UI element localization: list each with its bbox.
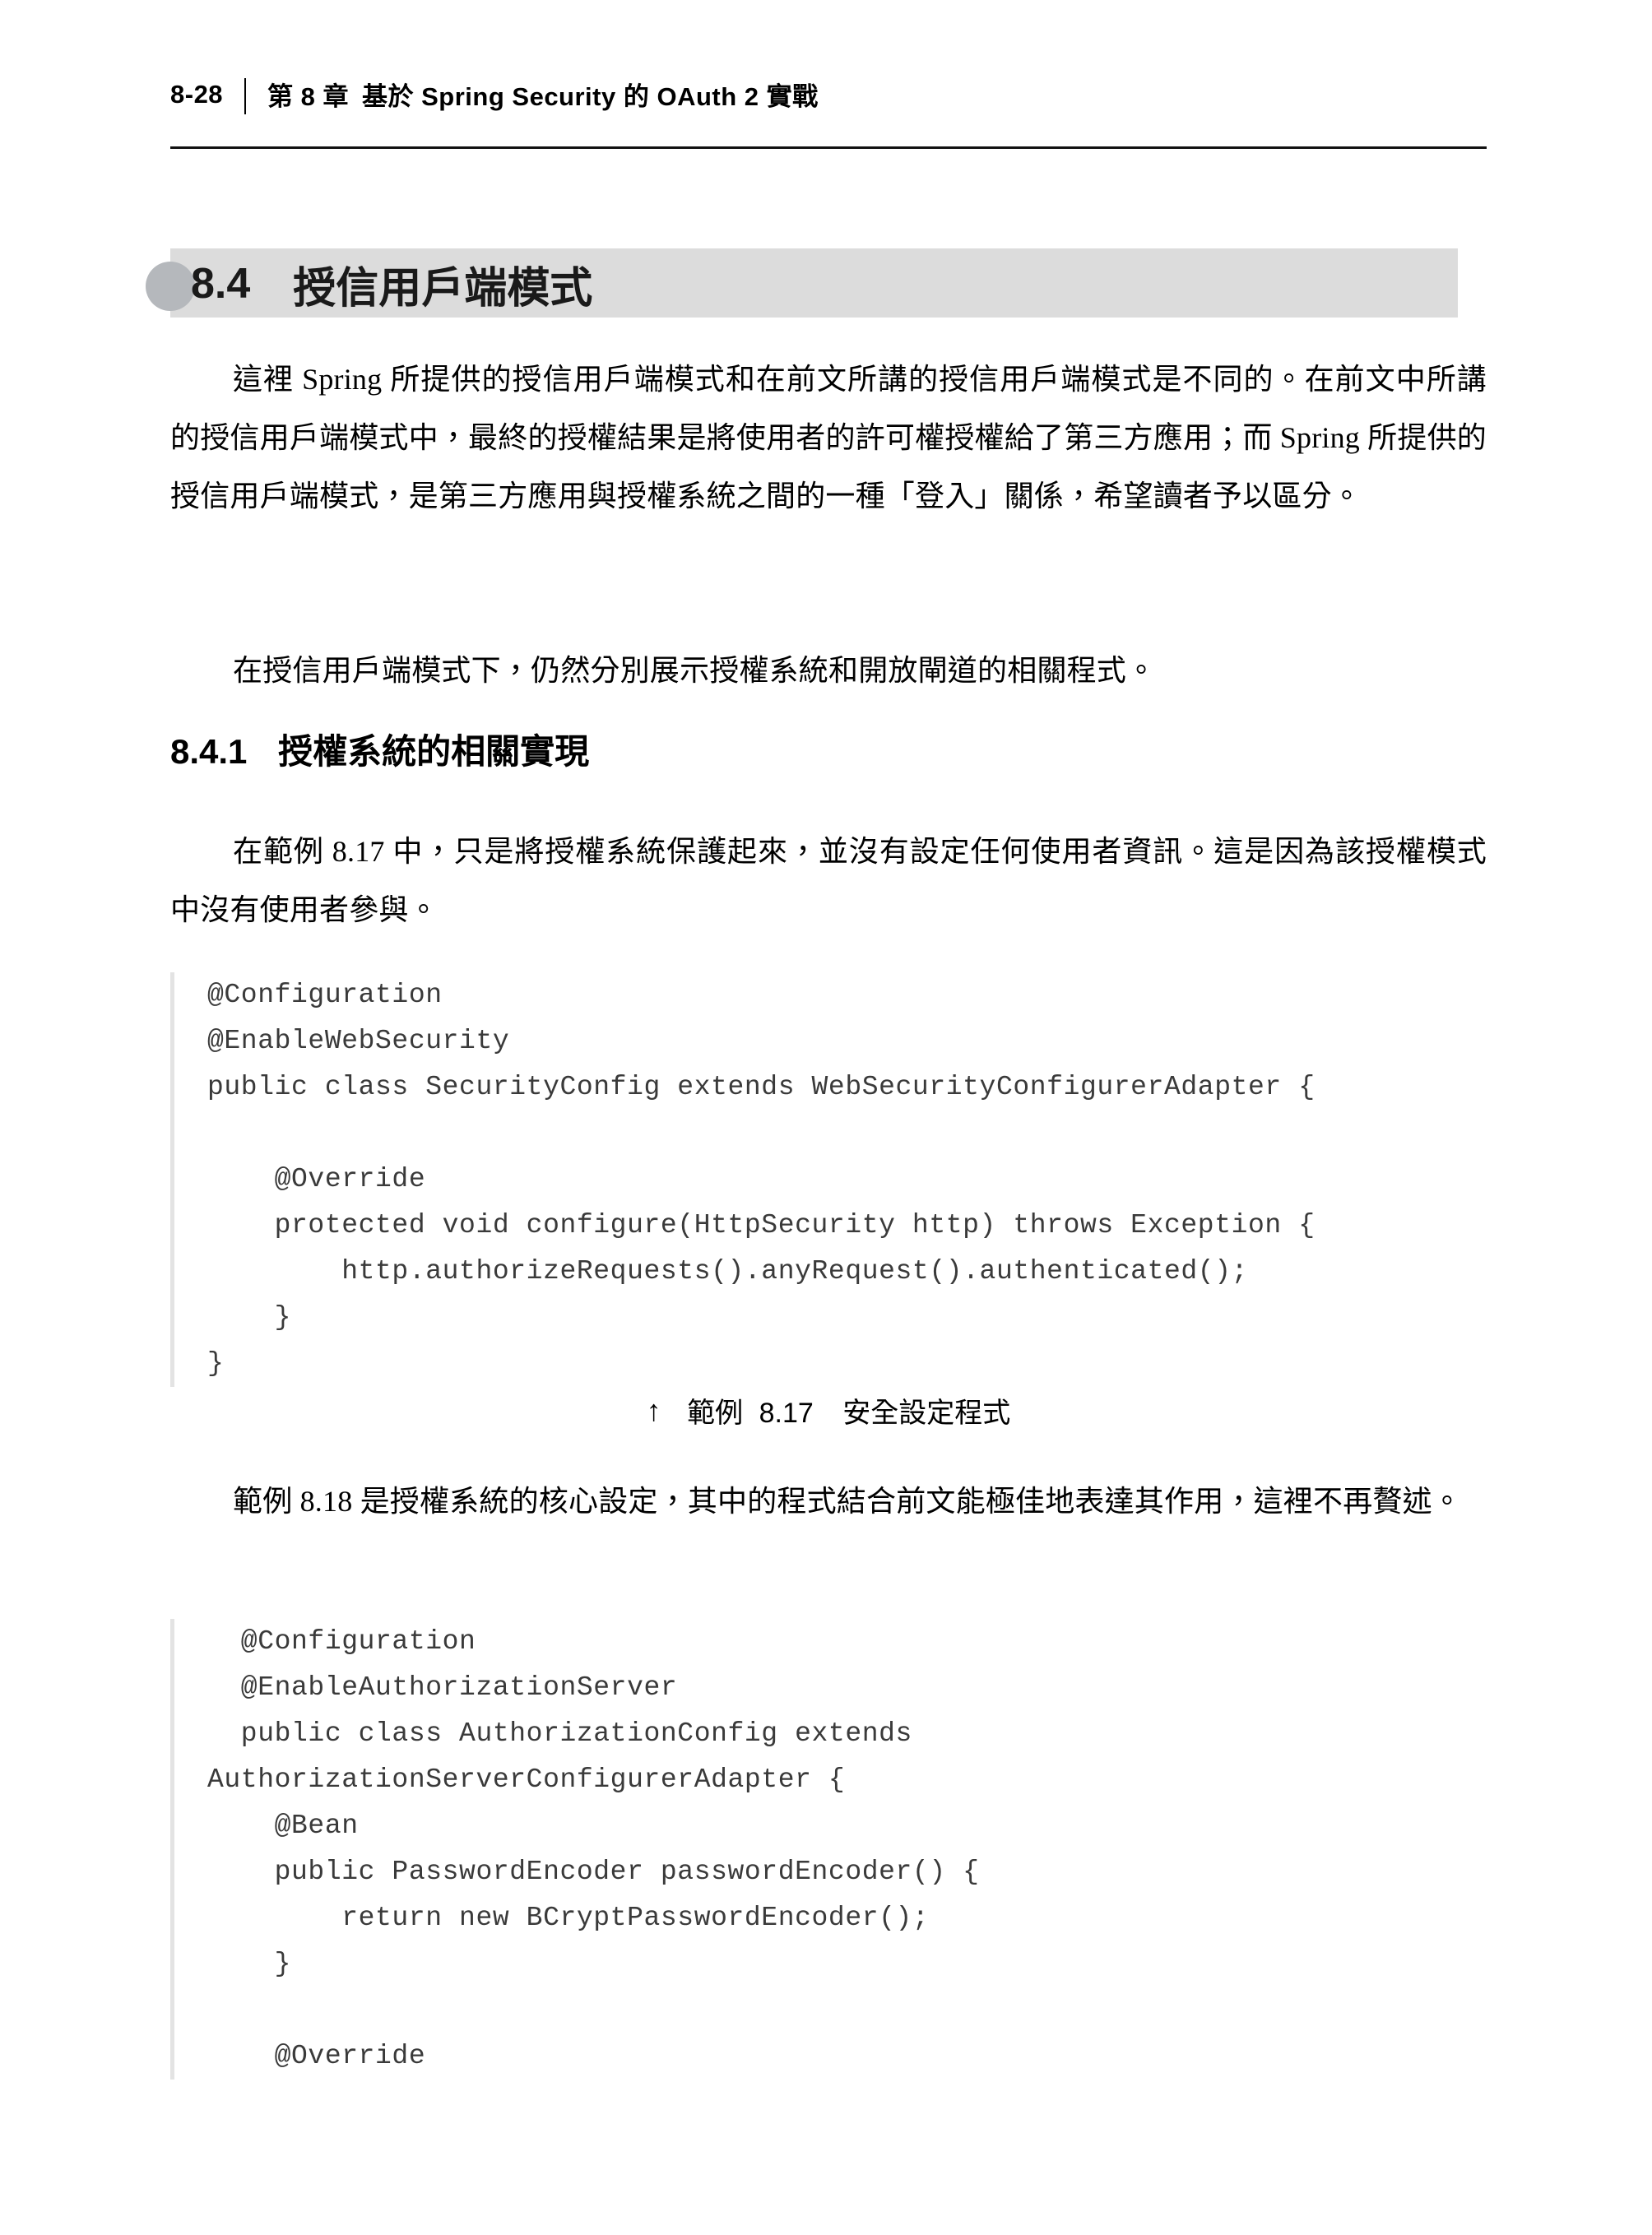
code-line: } — [207, 1348, 225, 1379]
chapter-title: 基於 Spring Security 的 OAuth 2 實戰 — [362, 82, 819, 111]
code-line: @Bean — [207, 1811, 359, 1841]
code-line: @EnableAuthorizationServer — [207, 1672, 678, 1703]
page-folio: 8-28 — [170, 79, 224, 109]
code-line: @Override — [207, 2041, 426, 2071]
code-line: return new BCryptPasswordEncoder(); — [207, 1903, 930, 1933]
chapter-number: 第 8 章 — [267, 82, 350, 111]
section-heading: 8.4 授信用戶端模式 — [191, 255, 592, 313]
section-heading-dot-decoration — [146, 262, 195, 311]
subsection-heading: 8.4.1 授權系統的相關實現 — [170, 724, 589, 774]
subsection-number: 8.4.1 — [170, 732, 248, 771]
figure-caption-1: ↑ 範例 8.17 安全設定程式 — [170, 1390, 1487, 1430]
running-head-divider — [244, 77, 247, 114]
caption-marker-icon: ↑ — [646, 1394, 661, 1427]
section-number: 8.4 — [191, 260, 251, 308]
code-line: protected void configure(HttpSecurity ht… — [207, 1210, 1316, 1240]
paragraph-4: 範例 8.18 是授權系統的核心設定，其中的程式結合前文能極佳地表達其作用，這裡… — [233, 1485, 1463, 1518]
code-line: public class AuthorizationConfig extends — [207, 1718, 912, 1749]
code-line: public PasswordEncoder passwordEncoder()… — [207, 1857, 980, 1887]
caption-text: 安全設定程式 — [842, 1398, 1011, 1429]
paragraph-2: 在授信用戶端模式下，仍然分別展示授權系統和開放閘道的相關程式。 — [233, 654, 1157, 687]
subsection-title-text: 授權系統的相關實現 — [278, 732, 590, 771]
code-line: AuthorizationServerConfigurerAdapter { — [207, 1764, 846, 1795]
running-head-rule — [170, 146, 1487, 149]
code-line: @Override — [207, 1164, 426, 1194]
code-line: public class SecurityConfig extends WebS… — [207, 1072, 1316, 1102]
code-line: } — [207, 1949, 292, 1979]
caption-label: 範例 — [687, 1398, 744, 1429]
code-line: @Configuration — [207, 1626, 476, 1657]
code-line: } — [207, 1302, 292, 1333]
code-line: @EnableWebSecurity — [207, 1026, 510, 1056]
code-block-authorization-config: @Configuration @EnableAuthorizationServe… — [170, 1619, 1487, 2080]
paragraph-3: 在範例 8.17 中，只是將授權系統保護起來，並沒有設定任何使用者資訊。這是因為… — [170, 835, 1487, 926]
section-title-text: 授信用戶端模式 — [293, 264, 593, 313]
running-head: 8-28 第 8 章 基於 Spring Security 的 OAuth 2 … — [170, 76, 1487, 114]
document-page: 8-28 第 8 章 基於 Spring Security 的 OAuth 2 … — [0, 0, 1652, 2235]
caption-number: 8.17 — [759, 1398, 814, 1429]
code-line: http.authorizeRequests().anyRequest().au… — [207, 1256, 1248, 1287]
paragraph-1: 這裡 Spring 所提供的授信用戶端模式和在前文所講的授信用戶端模式是不同的。… — [170, 363, 1487, 512]
code-block-security-config: @Configuration @EnableWebSecurity public c… — [170, 972, 1487, 1387]
code-line: @Configuration — [207, 980, 443, 1010]
